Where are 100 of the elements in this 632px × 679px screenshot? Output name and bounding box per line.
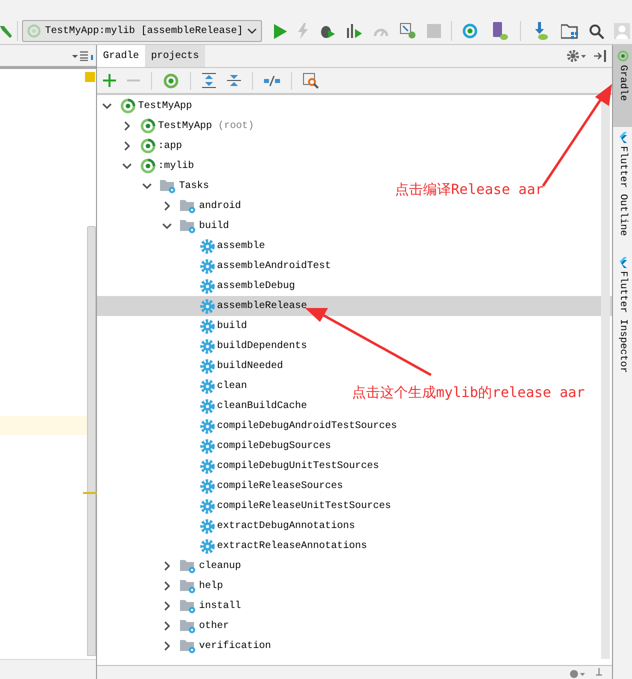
- link-icon[interactable]: [264, 74, 280, 86]
- tree-item-note: (root): [218, 120, 254, 134]
- tree-item[interactable]: build: [217, 318, 248, 334]
- tree-item[interactable]: :mylib: [158, 158, 194, 174]
- warning-marker: [85, 72, 95, 82]
- scrollbar[interactable]: [601, 99, 610, 659]
- gradle-icon: [140, 118, 156, 134]
- tree-item[interactable]: buildDependents: [217, 338, 308, 354]
- gear-icon: [200, 258, 215, 274]
- chevron-down-icon[interactable]: [122, 162, 132, 170]
- gear-icon: [200, 318, 215, 334]
- chevron-right-icon[interactable]: [124, 121, 131, 131]
- chevron-right-icon[interactable]: [164, 641, 171, 651]
- gear-icon: [200, 338, 215, 354]
- tree-item[interactable]: compileReleaseUnitTestSources: [217, 498, 392, 514]
- side-tab[interactable]: Gradle: [613, 45, 632, 127]
- chevron-right-icon[interactable]: [164, 581, 171, 591]
- chevron-right-icon[interactable]: [164, 621, 171, 631]
- hammer-icon[interactable]: [0, 24, 12, 38]
- gradle-icon: [27, 24, 41, 38]
- tree-item[interactable]: assemble: [217, 238, 266, 254]
- gear-icon: [200, 378, 215, 394]
- attach-debugger-icon[interactable]: [400, 23, 416, 39]
- tree-item[interactable]: other: [199, 618, 230, 634]
- tree-item[interactable]: help: [199, 578, 224, 594]
- sync-icon[interactable]: [462, 23, 478, 39]
- tree-item[interactable]: Tasks: [179, 178, 210, 194]
- folder-gear-icon: [160, 178, 177, 194]
- error-stripe-mark: [83, 492, 97, 494]
- gradle-icon: [616, 50, 628, 62]
- gear-icon: [200, 418, 215, 434]
- folder-icon[interactable]: [561, 24, 580, 38]
- flutter-icon: [618, 132, 627, 143]
- gear-icon: [200, 538, 215, 554]
- tree-item[interactable]: cleanBuildCache: [217, 398, 308, 414]
- download-icon[interactable]: [533, 22, 550, 40]
- folder-gear-icon: [180, 578, 197, 594]
- tree-item[interactable]: verification: [199, 638, 272, 654]
- tree-item[interactable]: extractDebugAnnotations: [217, 518, 356, 534]
- tree-item[interactable]: cleanup: [199, 558, 242, 574]
- add-icon[interactable]: [103, 74, 116, 87]
- tree-item[interactable]: compileReleaseSources: [217, 478, 344, 494]
- gear-icon: [200, 278, 215, 294]
- tree-item[interactable]: compileDebugAndroidTestSources: [217, 418, 398, 434]
- tree-item[interactable]: android: [199, 198, 242, 214]
- gear-icon: [200, 438, 215, 454]
- chevron-down-icon[interactable]: [142, 182, 152, 190]
- expand-all-icon[interactable]: [202, 73, 216, 88]
- gradle-icon: [120, 98, 136, 114]
- profile-icon[interactable]: [346, 23, 362, 39]
- tree-item[interactable]: buildNeeded: [217, 358, 284, 374]
- hide-panel-icon[interactable]: [594, 50, 606, 62]
- gear-icon: [200, 518, 215, 534]
- scrollbar[interactable]: [87, 226, 96, 656]
- tree-item[interactable]: assembleDebug: [217, 278, 296, 294]
- search-icon[interactable]: [589, 24, 604, 38]
- side-tab[interactable]: Flutter Outline: [613, 127, 632, 252]
- run-configuration-dropdown[interactable]: TestMyApp:mylib [assembleRelease]: [22, 20, 262, 42]
- chevron-right-icon[interactable]: [164, 201, 171, 211]
- tree-item[interactable]: clean: [217, 378, 248, 394]
- tree-item[interactable]: compileDebugUnitTestSources: [217, 458, 380, 474]
- tree-item[interactable]: TestMyApp: [158, 118, 212, 134]
- folder-gear-icon: [180, 218, 197, 234]
- chevron-right-icon[interactable]: [164, 561, 171, 571]
- chevron-right-icon[interactable]: [164, 601, 171, 611]
- gradle-icon: [140, 158, 156, 174]
- tree-item[interactable]: install: [199, 598, 242, 614]
- tree-item[interactable]: :app: [158, 138, 182, 154]
- device-icon[interactable]: [492, 22, 508, 40]
- folder-gear-icon: [180, 638, 197, 654]
- gear-icon: [200, 238, 215, 254]
- chevron-down-icon[interactable]: [102, 102, 112, 110]
- panel-tab[interactable]: projects: [145, 45, 206, 67]
- tree-item[interactable]: assembleAndroidTest: [217, 258, 332, 274]
- tree-item[interactable]: extractReleaseAnnotations: [217, 538, 368, 554]
- refresh-icon[interactable]: [163, 72, 179, 88]
- flutter-icon: [618, 257, 627, 268]
- folder-gear-icon: [180, 598, 197, 614]
- chevron-down-icon[interactable]: [162, 222, 172, 230]
- gear-icon: [200, 298, 215, 314]
- gear-icon: [200, 478, 215, 494]
- gradle-icon: [140, 138, 156, 154]
- tree-item[interactable]: compileDebugSources: [217, 438, 332, 454]
- pin-icon[interactable]: [596, 668, 602, 678]
- folder-gear-icon: [180, 558, 197, 574]
- run-icon[interactable]: [274, 24, 288, 38]
- selected-row[interactable]: assembleRelease: [97, 296, 612, 316]
- panel-title: Gradle: [97, 45, 146, 67]
- gear-icon: [200, 398, 215, 414]
- chevron-right-icon[interactable]: [124, 141, 131, 151]
- options-icon[interactable]: [72, 50, 94, 60]
- side-tab[interactable]: Flutter Inspector: [613, 252, 632, 377]
- tree-item[interactable]: TestMyApp: [138, 98, 192, 114]
- annotation: 点击编译Release aar: [395, 181, 544, 199]
- collapse-all-icon[interactable]: [227, 73, 241, 88]
- tree-item[interactable]: build: [199, 218, 230, 234]
- caret-icon: [247, 28, 258, 34]
- tree-item[interactable]: assembleRelease: [217, 298, 308, 314]
- gear-icon: [200, 498, 215, 514]
- folder-gear-icon: [180, 618, 197, 634]
